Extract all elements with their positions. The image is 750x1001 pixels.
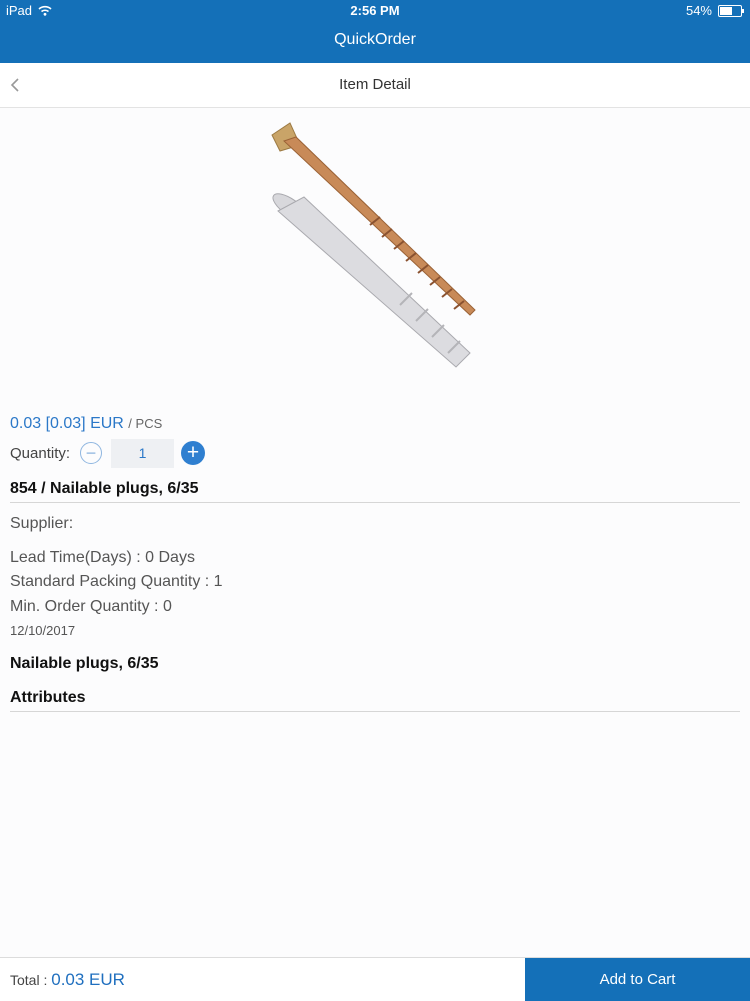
battery-icon xyxy=(718,4,744,17)
divider xyxy=(10,502,740,503)
total: Total : 0.03 EUR xyxy=(10,970,125,990)
quantity-input[interactable]: 1 xyxy=(111,438,175,468)
app-title: QuickOrder xyxy=(334,31,416,48)
item-description: Nailable plugs, 6/35 xyxy=(10,655,159,672)
total-label: Total : xyxy=(10,972,48,988)
nav-bar: Item Detail xyxy=(0,63,750,108)
quantity-label: Quantity: xyxy=(10,444,71,462)
status-bar: iPad 2:56 PM 54% xyxy=(0,0,750,22)
increase-quantity-button[interactable]: + xyxy=(181,441,206,465)
footer-bar: Total : 0.03 EUR Add to Cart xyxy=(0,957,750,1001)
product-image xyxy=(271,122,476,368)
page-title: Item Detail xyxy=(339,76,411,93)
min-order-quantity: Min. Order Quantity : 0 xyxy=(10,598,172,615)
lead-time: Lead Time(Days) : 0 Days xyxy=(10,549,195,566)
minus-icon: − xyxy=(85,442,97,463)
add-to-cart-button[interactable]: Add to Cart xyxy=(525,958,750,1001)
item-price: 0.03 [0.03] EUR / PCS xyxy=(10,415,162,433)
divider xyxy=(10,711,740,712)
standard-packing-quantity: Standard Packing Quantity : 1 xyxy=(10,573,223,590)
quantity-row: Quantity: − 1 + xyxy=(10,438,206,468)
total-value: 0.03 EUR xyxy=(51,970,125,989)
top-bar: iPad 2:56 PM 54% QuickOrder xyxy=(0,0,750,63)
item-date: 12/10/2017 xyxy=(10,623,76,638)
supplier-label: Supplier: xyxy=(10,515,74,532)
decrease-quantity-button[interactable]: − xyxy=(80,442,103,464)
item-title: 854 / Nailable plugs, 6/35 xyxy=(10,480,199,497)
price-unit: / PCS xyxy=(128,416,163,431)
plus-icon: + xyxy=(186,441,200,464)
price-amount: 0.03 [0.03] EUR xyxy=(10,415,124,432)
battery-percent: 54% xyxy=(685,3,712,18)
clock: 2:56 PM xyxy=(350,3,400,18)
attributes-heading: Attributes xyxy=(10,689,86,706)
